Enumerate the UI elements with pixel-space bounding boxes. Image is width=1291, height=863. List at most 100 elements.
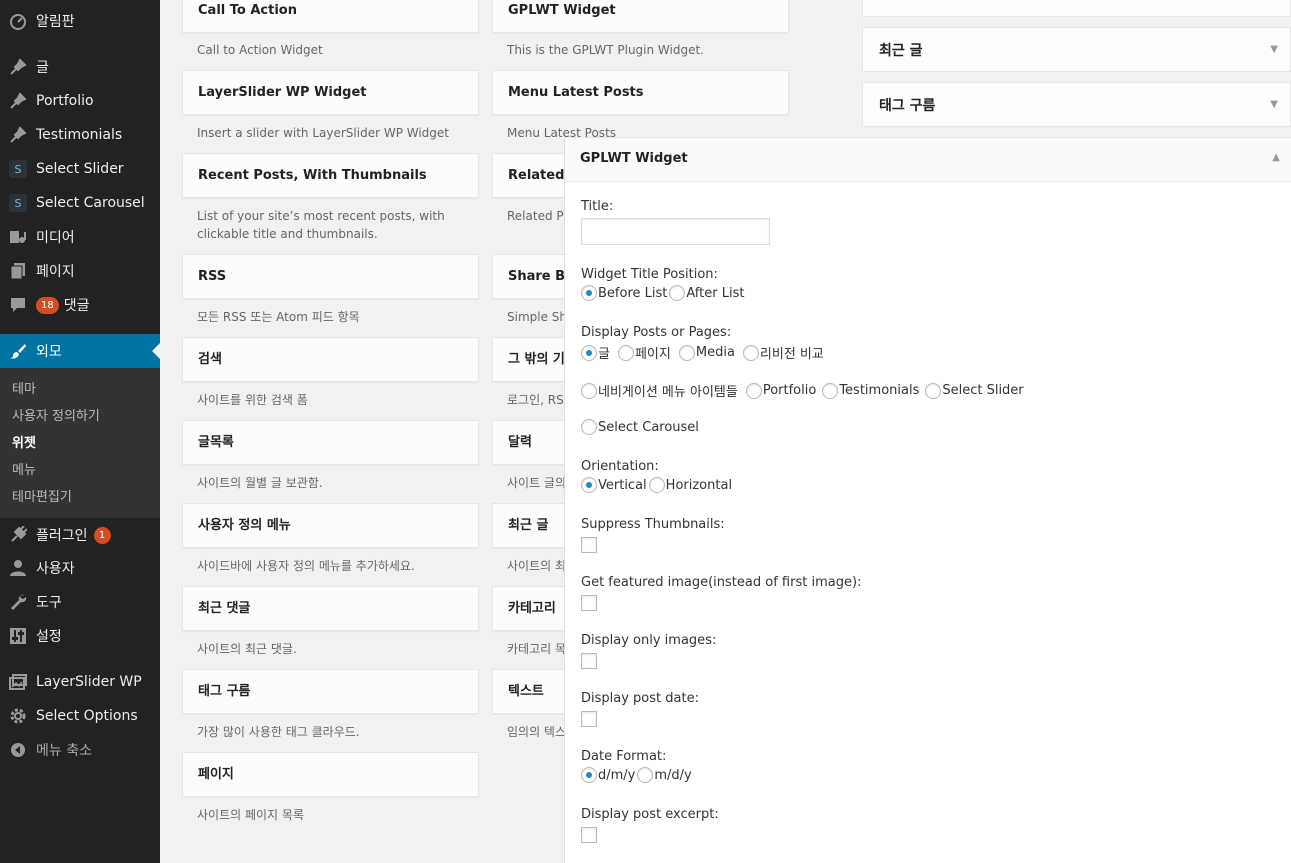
menu-select-slider[interactable]: S Select Slider (0, 152, 160, 186)
widget-title: Menu Latest Posts (508, 85, 644, 100)
panel-title: GPLWT Widget (580, 151, 688, 166)
expand-arrow-icon[interactable]: ▼ (1270, 44, 1278, 55)
widget-layerslider[interactable]: LayerSlider WP Widget (182, 70, 479, 115)
menu-users[interactable]: 사용자 (0, 551, 160, 585)
radio-posts[interactable]: 글 (581, 343, 610, 362)
post-excerpt-checkbox[interactable] (581, 827, 597, 843)
radio-select-slider[interactable]: Select Slider (925, 382, 1024, 399)
radio-button[interactable] (648, 477, 665, 493)
pages-icon (8, 261, 28, 281)
widget-call-to-action[interactable]: Call To Action (182, 0, 479, 33)
submenu-widgets[interactable]: 위젯 (12, 432, 36, 451)
menu-pages[interactable]: 페이지 (0, 254, 160, 288)
panel-header[interactable]: GPLWT Widget ▲ (565, 138, 1291, 182)
widget-recent-comments[interactable]: 최근 댓글 (182, 586, 479, 631)
menu-settings[interactable]: 설정 (0, 619, 160, 653)
widget-description: 로그인, RS (507, 393, 564, 407)
menu-portfolio[interactable]: Portfolio (0, 84, 160, 118)
radio-button[interactable] (617, 344, 634, 361)
menu-label: Testimonials (36, 127, 123, 143)
menu-appearance[interactable]: 외모 (0, 334, 160, 368)
date-format-radios: d/m/y m/d/y (581, 767, 694, 783)
widget-tag-cloud[interactable]: 태그 구름 (182, 669, 479, 714)
area-widget-placeholder[interactable] (862, 0, 1291, 17)
collapse-arrow-icon (8, 740, 28, 760)
menu-testimonials[interactable]: Testimonials (0, 118, 160, 152)
radio-button[interactable] (669, 285, 686, 301)
widget-description: Related Po (507, 209, 571, 223)
menu-select-options[interactable]: Select Options (0, 699, 160, 733)
date-format-label: Date Format: (581, 749, 667, 764)
submenu-themes[interactable]: 테마 (12, 378, 36, 397)
menu-select-carousel[interactable]: S Select Carousel (0, 186, 160, 220)
radio-testimonials[interactable]: Testimonials (822, 382, 919, 399)
widget-title: 태그 구름 (198, 684, 251, 699)
radio-button[interactable] (581, 382, 597, 399)
widget-custom-menu[interactable]: 사용자 정의 메뉴 (182, 503, 479, 548)
menu-label: 외모 (36, 344, 62, 360)
radio-before-list[interactable]: Before List (581, 285, 667, 301)
widget-search[interactable]: 검색 (182, 337, 479, 382)
widget-gplwt[interactable]: GPLWT Widget (492, 0, 789, 33)
radio-media[interactable]: Media (678, 344, 735, 361)
widget-recent-posts-thumbnails[interactable]: Recent Posts, With Thumbnails (182, 153, 479, 198)
radio-button[interactable] (742, 344, 759, 361)
radio-button[interactable] (581, 477, 597, 493)
collapse-arrow-icon[interactable]: ▲ (1272, 152, 1280, 163)
radio-button[interactable] (925, 382, 942, 399)
menu-plugins[interactable]: 플러그인 1 (0, 518, 160, 552)
area-widget-recent-posts[interactable]: 최근 글 ▼ (862, 27, 1291, 72)
radio-revision[interactable]: 리비전 비교 (742, 343, 824, 362)
radio-horizontal[interactable]: Horizontal (648, 477, 732, 493)
menu-comments[interactable]: 18 댓글 (0, 288, 160, 322)
radio-button[interactable] (581, 344, 597, 361)
post-date-checkbox[interactable] (581, 711, 597, 727)
radio-button[interactable] (581, 767, 597, 783)
radio-mdy[interactable]: m/d/y (637, 767, 692, 783)
title-input[interactable] (581, 218, 770, 245)
comment-icon (8, 295, 28, 315)
radio-button[interactable] (581, 285, 597, 301)
post-date-label: Display post date: (581, 691, 699, 706)
widget-title: 그 밖의 기 (508, 352, 565, 367)
suppress-thumbnails-checkbox[interactable] (581, 537, 597, 553)
radio-select-carousel[interactable]: Select Carousel (581, 419, 699, 435)
widget-description: 사이트의 월별 글 보관함. (197, 476, 323, 490)
menu-label: 사용자 (36, 561, 75, 577)
menu-tools[interactable]: 도구 (0, 585, 160, 619)
radio-button[interactable] (822, 382, 839, 399)
radio-button[interactable] (745, 382, 762, 399)
featured-image-checkbox[interactable] (581, 595, 597, 611)
radio-button[interactable] (678, 344, 695, 361)
radio-nav-menu-items[interactable]: 네비게이션 메뉴 아이템들 (581, 381, 738, 400)
only-images-checkbox[interactable] (581, 653, 597, 669)
menu-layerslider[interactable]: LayerSlider WP (0, 665, 160, 699)
menu-media[interactable]: 미디어 (0, 220, 160, 254)
radio-label: m/d/y (654, 767, 692, 783)
menu-dashboard[interactable]: 알림판 (0, 4, 160, 38)
submenu-editor[interactable]: 테마편집기 (12, 486, 72, 505)
area-widget-tag-cloud[interactable]: 태그 구름 ▼ (862, 82, 1291, 127)
media-icon (8, 227, 28, 247)
gear-icon (8, 706, 28, 726)
radio-button[interactable] (637, 767, 654, 783)
widget-archives[interactable]: 글목록 (182, 420, 479, 465)
expand-arrow-icon[interactable]: ▼ (1270, 99, 1278, 110)
widget-description: 카테고리 목 (507, 642, 567, 656)
radio-after-list[interactable]: After List (669, 285, 744, 301)
radio-pages[interactable]: 페이지 (617, 343, 671, 362)
radio-portfolio[interactable]: Portfolio (745, 382, 816, 399)
widget-menu-latest-posts[interactable]: Menu Latest Posts (492, 70, 789, 115)
pin-icon (8, 125, 28, 145)
submenu-customize[interactable]: 사용자 정의하기 (12, 405, 100, 424)
submenu-menus[interactable]: 메뉴 (12, 459, 36, 478)
radio-vertical[interactable]: Vertical (581, 477, 647, 493)
widget-rss[interactable]: RSS (182, 254, 479, 299)
radio-button[interactable] (581, 419, 597, 435)
radio-dmy[interactable]: d/m/y (581, 767, 635, 783)
menu-posts[interactable]: 글 (0, 50, 160, 84)
widget-pages[interactable]: 페이지 (182, 752, 479, 797)
admin-sidebar: 알림판 글 Portfolio Testimonials S Select Sl… (0, 0, 160, 863)
menu-collapse[interactable]: 메뉴 축소 (0, 733, 160, 767)
widget-description: 사이트의 페이지 목록 (197, 808, 304, 822)
